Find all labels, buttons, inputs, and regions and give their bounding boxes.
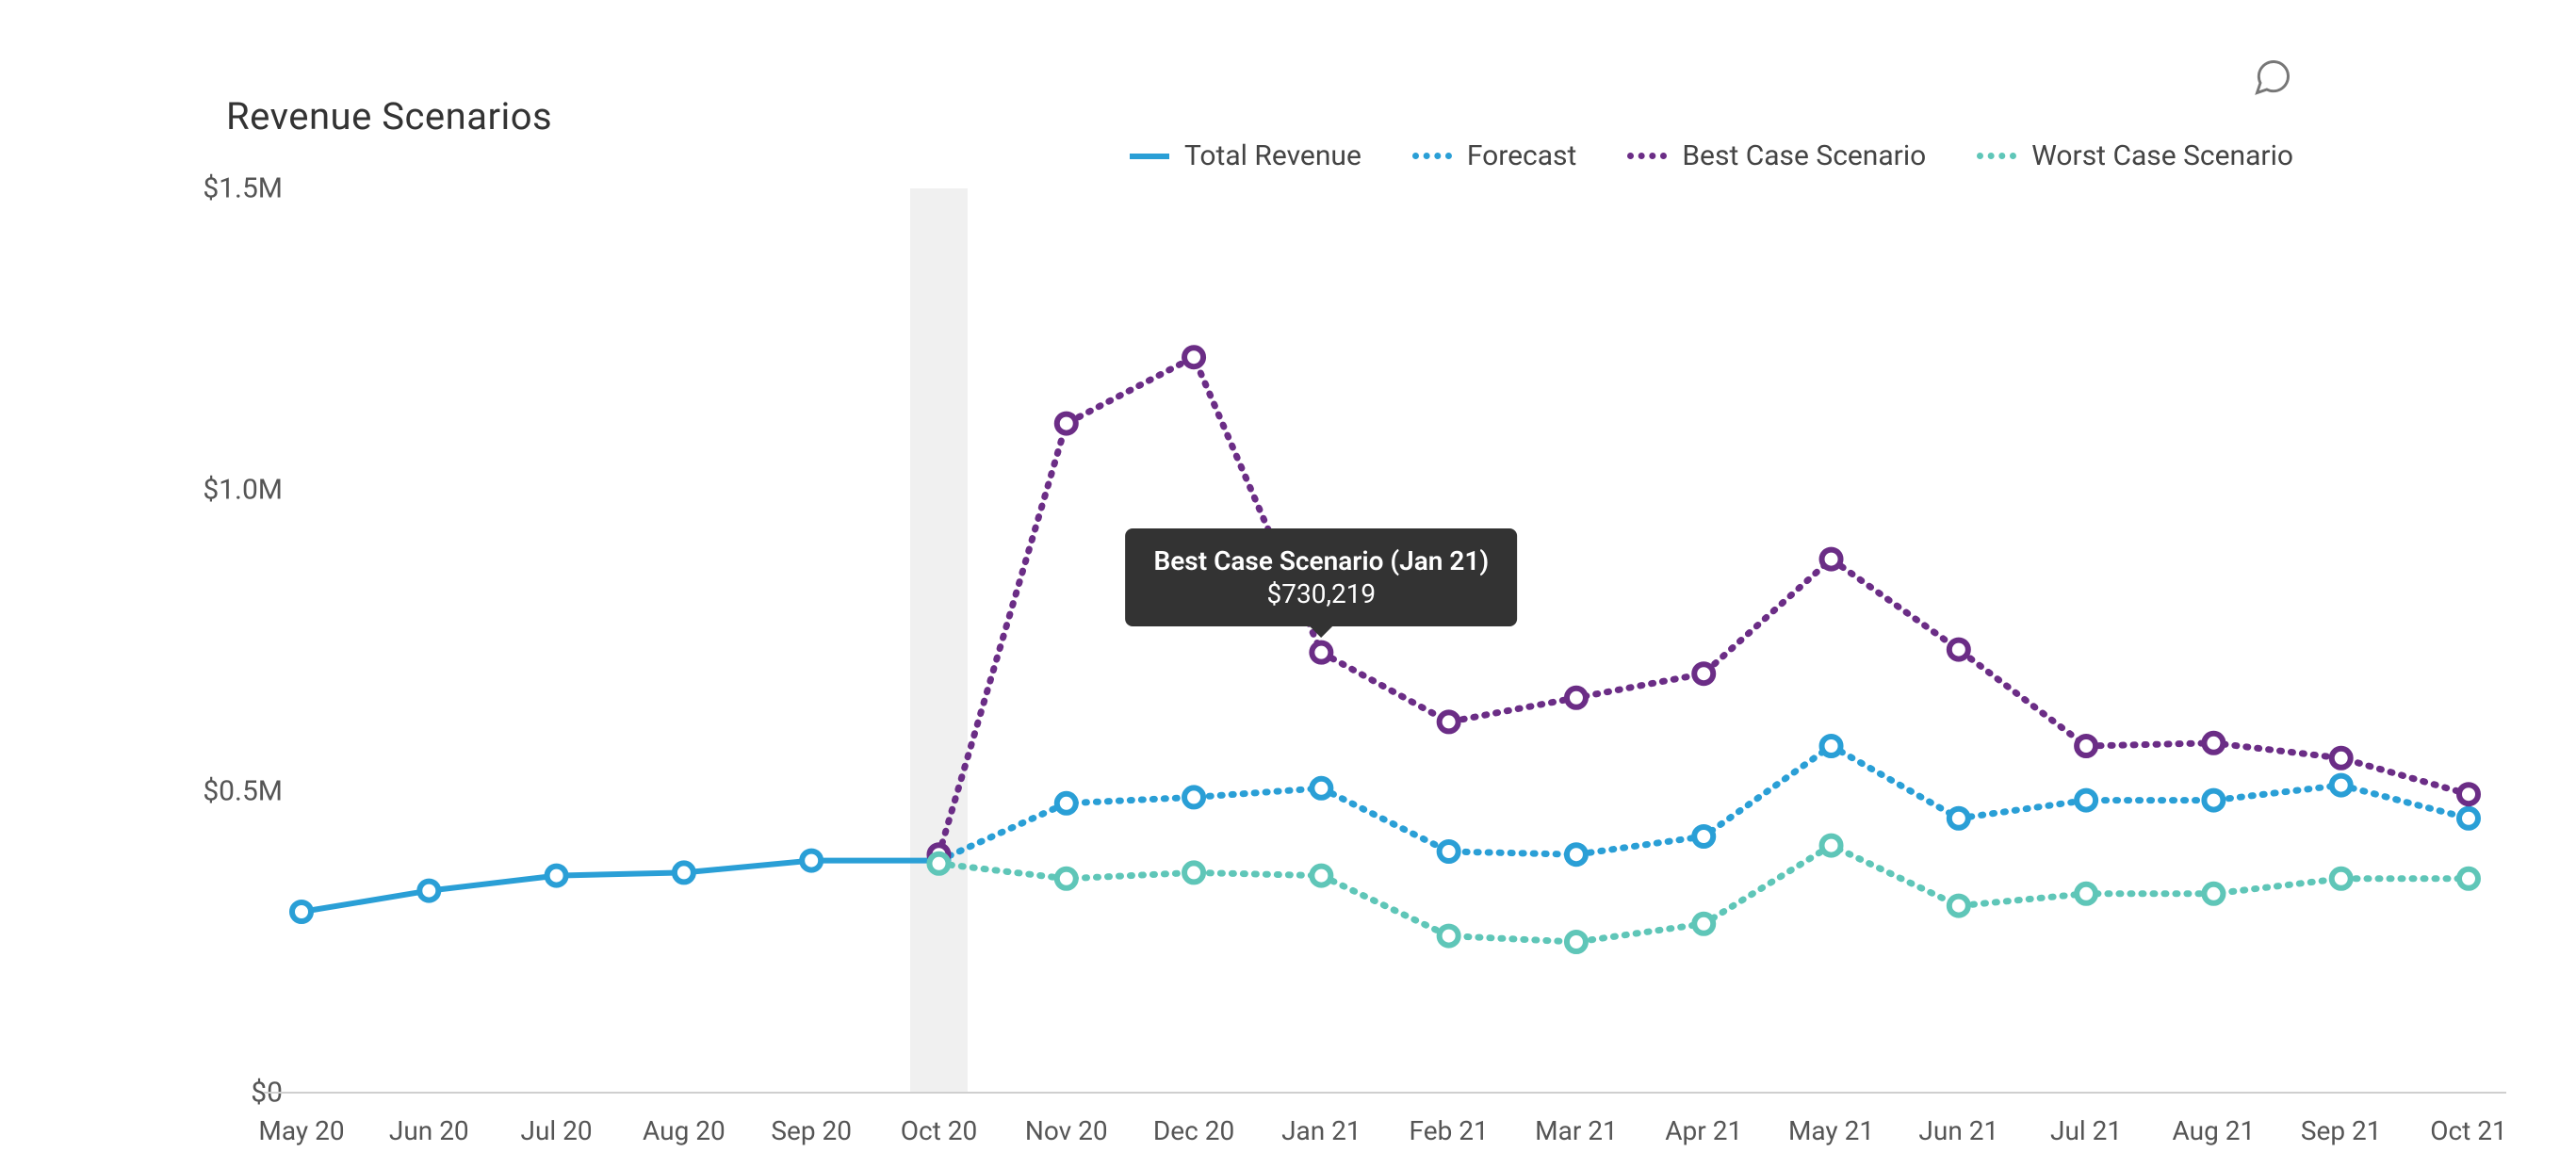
tooltip-value: $730,219 bbox=[1153, 578, 1489, 609]
chart-tooltip: Best Case Scenario (Jan 21) $730,219 bbox=[1125, 528, 1517, 626]
tooltip-title: Best Case Scenario (Jan 21) bbox=[1153, 545, 1489, 576]
chart-container: Revenue Scenarios Total Revenue Forecast… bbox=[0, 0, 2576, 1168]
